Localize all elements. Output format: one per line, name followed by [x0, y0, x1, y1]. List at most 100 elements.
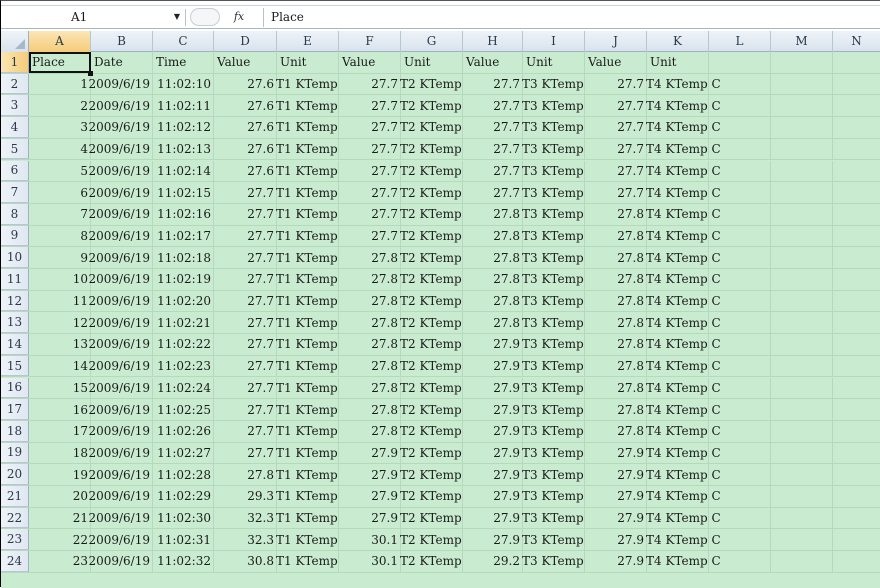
cell[interactable] [771, 529, 833, 551]
column-header-g[interactable]: G [401, 31, 463, 52]
cell[interactable] [833, 508, 880, 529]
column-header-b[interactable]: B [91, 31, 153, 52]
column-header-d[interactable]: D [214, 31, 277, 52]
cell[interactable] [833, 95, 880, 116]
cell[interactable] [771, 334, 833, 355]
row-header[interactable]: 14 [1, 334, 29, 355]
cell[interactable] [833, 74, 880, 95]
cell[interactable] [833, 117, 880, 138]
date-cell: 2009/6/19 [88, 142, 150, 157]
row-header[interactable]: 24 [1, 551, 29, 572]
formula-input[interactable]: Place [271, 8, 877, 27]
chevron-down-icon[interactable]: ▼ [171, 11, 183, 23]
name-box[interactable]: A1 [1, 7, 167, 27]
cell[interactable] [833, 52, 880, 73]
cell[interactable] [833, 291, 880, 312]
cell[interactable] [771, 269, 833, 290]
row-header[interactable]: 5 [1, 138, 29, 160]
insert-function-icon[interactable]: fx [230, 9, 248, 25]
row-header[interactable]: 7 [1, 182, 29, 203]
cell[interactable] [833, 443, 880, 464]
cell[interactable] [833, 529, 880, 550]
cell[interactable] [833, 204, 880, 225]
cell[interactable] [833, 226, 880, 247]
cell[interactable] [771, 117, 833, 138]
cell[interactable] [771, 507, 833, 529]
select-all-button[interactable] [1, 31, 29, 52]
column-header-j[interactable]: J [585, 31, 647, 52]
column-header-n[interactable]: N [833, 31, 880, 52]
cell[interactable] [771, 290, 833, 312]
cell[interactable] [771, 312, 833, 334]
cell[interactable] [771, 464, 833, 485]
cell[interactable] [771, 95, 833, 117]
cell[interactable] [771, 138, 833, 160]
value-cell: 27.9 [493, 337, 520, 352]
column-header-k[interactable]: K [647, 31, 709, 52]
column-header-m[interactable]: M [771, 31, 833, 52]
column-header-i[interactable]: I [523, 31, 585, 52]
cell[interactable] [833, 464, 880, 485]
row-header[interactable]: 9 [1, 225, 29, 247]
column-header-c[interactable]: C [153, 31, 214, 52]
row-header[interactable]: 8 [1, 203, 29, 225]
cell[interactable] [833, 247, 880, 268]
cell[interactable] [771, 551, 833, 572]
cell[interactable] [709, 52, 771, 73]
cell[interactable] [833, 269, 880, 290]
formula-bar-handle-icon[interactable] [190, 8, 220, 26]
row-header[interactable]: 16 [1, 377, 29, 399]
spreadsheet-window: A1 ▼ fx Place A B C D E F G H I J K L M N 1 Place Date Ti… [0, 0, 880, 588]
cell[interactable] [833, 399, 880, 420]
column-header-e[interactable]: E [277, 31, 339, 52]
row-header[interactable]: 15 [1, 355, 29, 377]
cell[interactable] [833, 334, 880, 355]
unit-cell: T4 KTemp C [646, 98, 721, 113]
row-header[interactable]: 18 [1, 420, 29, 442]
cell[interactable] [771, 355, 833, 377]
cell[interactable] [771, 160, 833, 182]
cell[interactable] [833, 486, 880, 507]
row-header[interactable]: 17 [1, 399, 29, 420]
row-header[interactable]: 1 [1, 52, 29, 73]
cell[interactable] [833, 378, 880, 399]
unit-cell: T2 KTemp [400, 98, 462, 113]
cell[interactable] [771, 442, 833, 464]
cell[interactable] [29, 52, 93, 76]
cell[interactable] [771, 52, 833, 73]
cell[interactable] [771, 182, 833, 203]
cell[interactable] [771, 73, 833, 95]
cell[interactable] [771, 203, 833, 225]
cell[interactable] [771, 399, 833, 420]
value-cell: 27.9 [493, 359, 520, 374]
row-header[interactable]: 4 [1, 117, 29, 138]
cell[interactable] [833, 182, 880, 203]
cell[interactable] [771, 225, 833, 247]
row-header[interactable]: 20 [1, 464, 29, 485]
cell[interactable] [833, 421, 880, 442]
row-header[interactable]: 21 [1, 486, 29, 507]
cell[interactable] [833, 551, 880, 572]
cell[interactable] [833, 161, 880, 182]
cell[interactable] [771, 486, 833, 507]
row-header[interactable]: 23 [1, 529, 29, 551]
row-header[interactable]: 22 [1, 507, 29, 529]
row-header[interactable]: 6 [1, 160, 29, 182]
cell[interactable] [833, 356, 880, 377]
column-header-h[interactable]: H [463, 31, 523, 52]
cell[interactable] [833, 312, 880, 333]
row-header[interactable]: 10 [1, 247, 29, 268]
column-header-a[interactable]: A [29, 31, 91, 52]
column-header-f[interactable]: F [339, 31, 401, 52]
row-header[interactable]: 2 [1, 73, 29, 95]
row-header[interactable]: 19 [1, 442, 29, 464]
cell[interactable] [771, 247, 833, 268]
row-header[interactable]: 12 [1, 290, 29, 312]
cell[interactable] [833, 139, 880, 160]
cell[interactable] [771, 377, 833, 399]
cell[interactable] [771, 420, 833, 442]
row-header[interactable]: 13 [1, 312, 29, 334]
row-header[interactable]: 3 [1, 95, 29, 117]
row-header[interactable]: 11 [1, 269, 29, 290]
column-header-l[interactable]: L [709, 31, 771, 52]
